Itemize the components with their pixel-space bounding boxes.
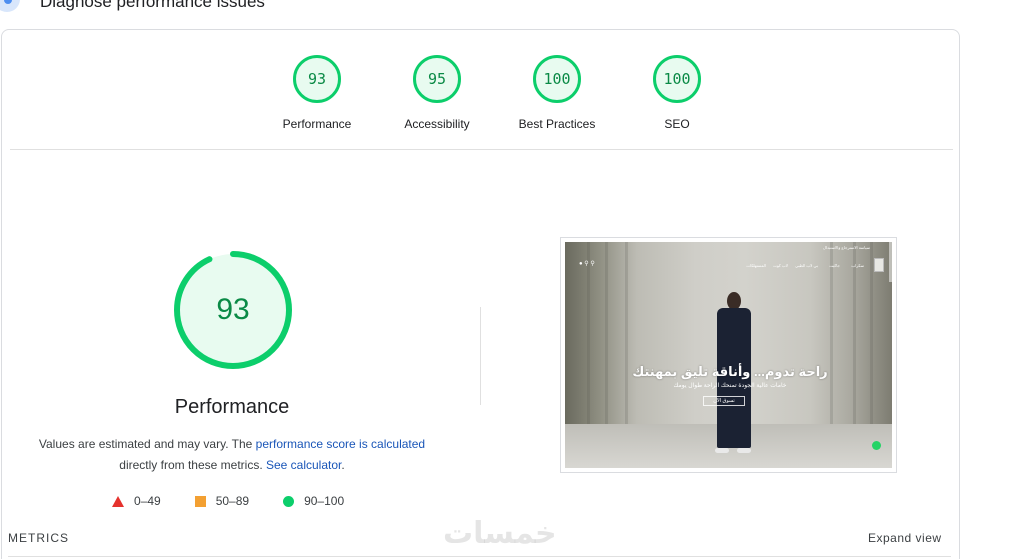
top-text: سياسة الاسترجاع والاستبدال: [823, 245, 870, 250]
triangle-icon: [112, 495, 124, 507]
screenshot-image: سياسة الاسترجاع والاستبدال سكراب جاكيت ب…: [565, 242, 892, 468]
metrics-divider: [8, 556, 951, 557]
vertical-separator: [480, 307, 481, 405]
see-calculator-link[interactable]: See calculator: [266, 458, 341, 472]
gauges-divider: [10, 149, 953, 150]
performance-big-gauge: 93: [171, 248, 295, 372]
gauge-ring: 93: [293, 55, 341, 103]
nav-item: بي لاب الطبي: [795, 263, 818, 268]
model-shoe: [715, 448, 729, 453]
gauge-ring: 95: [413, 55, 461, 103]
gauge-ring: 100: [653, 55, 701, 103]
category-gauges: 93 Performance 95 Accessibility 100 Best…: [257, 55, 737, 131]
gauge-performance[interactable]: 93 Performance: [257, 55, 377, 131]
gauge-best-practices[interactable]: 100 Best Practices: [497, 55, 617, 131]
watermark: خمسات: [443, 517, 557, 550]
diagnose-icon: [0, 0, 20, 12]
legend-range: 0–49: [134, 494, 161, 508]
gauge-accessibility[interactable]: 95 Accessibility: [377, 55, 497, 131]
performance-description: Values are estimated and may vary. The p…: [32, 434, 432, 476]
legend-fail: 0–49: [112, 494, 161, 508]
nav-item: لاب كوت: [773, 263, 788, 268]
legend-range: 50–89: [215, 494, 250, 508]
site-logo: [874, 258, 884, 272]
cart-icon: ● ⚲ ⚲: [579, 261, 595, 267]
model-shoe: [737, 448, 751, 453]
gauge-label: SEO: [664, 117, 690, 131]
expand-view-button[interactable]: Expand view: [868, 531, 942, 545]
circle-icon: [283, 495, 295, 507]
gauge-score: 93: [307, 70, 327, 88]
desc-text: .: [341, 458, 345, 472]
score-calculated-link[interactable]: performance score is calculated: [256, 437, 425, 451]
gauge-label: Accessibility: [404, 117, 470, 131]
gauge-label: Performance: [282, 117, 352, 131]
legend-range: 90–100: [304, 494, 345, 508]
gauge-score: 100: [663, 70, 691, 88]
hero-subtitle: خامات عالية الجودة تمنحك الراحة طوال يوم…: [673, 383, 787, 389]
gauge-score: 95: [427, 70, 447, 88]
desc-text: Values are estimated and may vary. The: [38, 437, 256, 451]
desc-text: directly from these metrics.: [119, 458, 266, 472]
nav-item: المستهلكات: [746, 263, 766, 268]
nav-item: جاكيت: [829, 263, 840, 268]
performance-title: Performance: [174, 396, 290, 418]
gauge-ring: 100: [533, 55, 581, 103]
scrollbar: [889, 242, 892, 282]
legend-pass: 90–100: [283, 494, 344, 508]
gauge-seo[interactable]: 100 SEO: [617, 55, 737, 131]
hero-title: راحة تدوم... وأناقة تليق بمهنتك: [632, 364, 828, 379]
report-card: 93 Performance 95 Accessibility 100 Best…: [1, 29, 960, 559]
site-nav: سياسة الاسترجاع والاستبدال سكراب جاكيت ب…: [565, 242, 892, 276]
big-gauge-score: 93: [216, 293, 250, 326]
score-legend: 0–49 50–89 90–100: [112, 494, 378, 508]
legend-average: 50–89: [194, 494, 250, 508]
hero-button: تسوق الآن: [703, 396, 745, 406]
whatsapp-icon: [872, 441, 881, 450]
page-screenshot[interactable]: سياسة الاسترجاع والاستبدال سكراب جاكيت ب…: [560, 237, 897, 473]
gauge-score: 100: [543, 70, 571, 88]
gauge-label: Best Practices: [518, 117, 596, 131]
square-icon: [194, 495, 206, 507]
section-title: Diagnose performance issues: [40, 0, 265, 11]
nav-item: سكراب: [851, 263, 864, 268]
page-header: Diagnose performance issues: [0, 0, 1009, 12]
metrics-heading: METRICS: [8, 531, 69, 545]
